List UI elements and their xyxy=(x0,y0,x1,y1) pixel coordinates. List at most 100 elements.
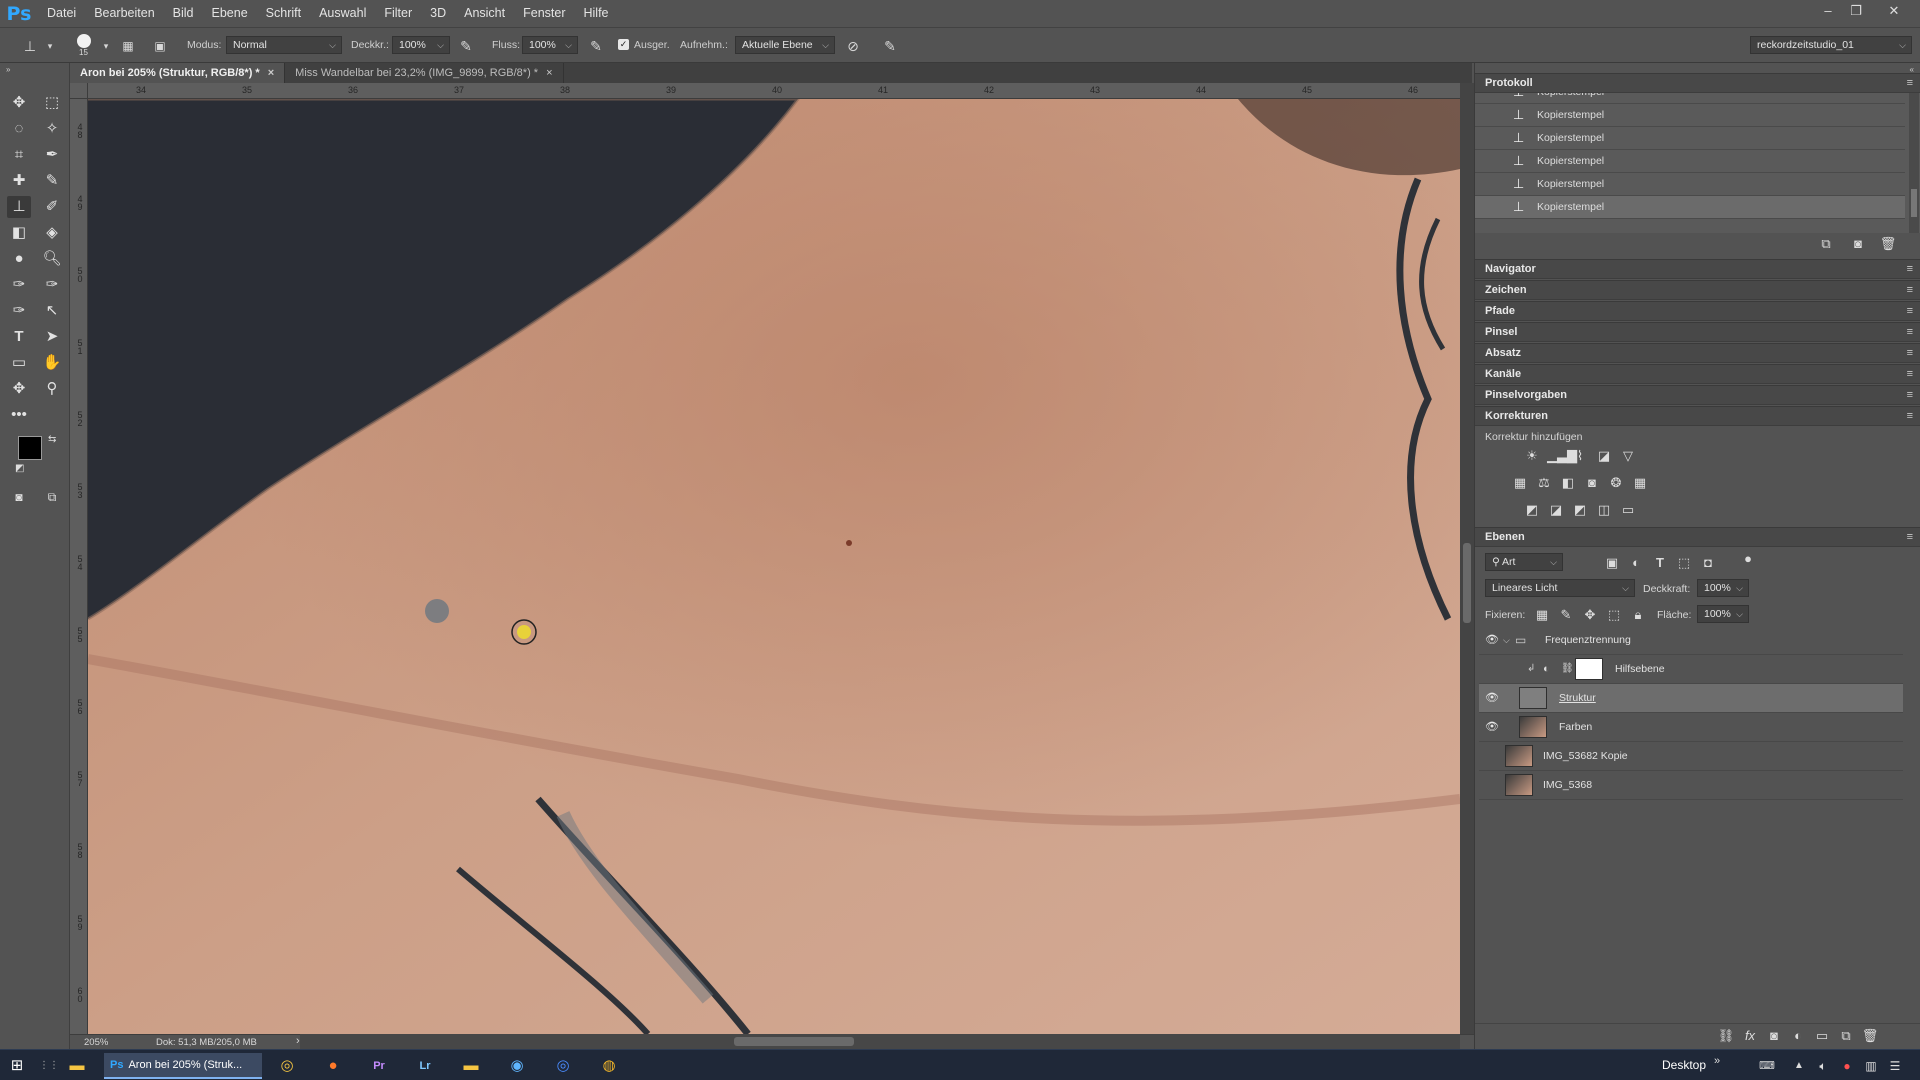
panel-menu-icon[interactable]: ≡ xyxy=(1907,407,1913,426)
layer-struktur[interactable]: 👁︎ Struktur xyxy=(1479,684,1903,713)
color-balance-icon[interactable]: ⚖ xyxy=(1535,475,1553,491)
premiere-icon[interactable]: Pr xyxy=(364,1054,394,1078)
add-mask-icon[interactable]: ◙ xyxy=(1765,1028,1783,1044)
hand-tool-icon[interactable]: ✋ xyxy=(40,352,64,374)
freeform-pen-tool-icon[interactable]: ✑ xyxy=(40,274,64,296)
clone-stamp-tool-icon[interactable]: ⊥ xyxy=(20,36,40,56)
new-group-icon[interactable]: ▭ xyxy=(1813,1028,1831,1044)
airbrush-icon[interactable]: ✎ xyxy=(586,36,606,56)
menu-auswahl[interactable]: Auswahl xyxy=(310,0,375,27)
filter-type-icon[interactable]: T xyxy=(1651,555,1669,571)
pressure-opacity-icon[interactable]: ✎ xyxy=(456,36,476,56)
chevron-down-icon[interactable]: ⌵ xyxy=(1503,626,1510,654)
zoom-value[interactable]: 205% xyxy=(84,1037,108,1048)
quick-mask-icon[interactable]: ◙ xyxy=(7,486,31,508)
vertical-ruler[interactable]: 4 8 4 9 5 0 5 1 5 2 5 3 5 4 5 5 5 6 5 7 … xyxy=(70,99,88,1034)
eraser-tool-icon[interactable]: ◧ xyxy=(7,222,31,244)
lasso-tool-icon[interactable]: ◌ xyxy=(7,118,31,140)
paragraph-panel-header[interactable]: Absatz ≡ xyxy=(1475,343,1920,363)
menu-fenster[interactable]: Fenster xyxy=(514,0,574,27)
scroll-thumb[interactable] xyxy=(1911,189,1917,217)
toolbar-overflow-icon[interactable]: » xyxy=(1714,1055,1720,1067)
new-adjustment-icon[interactable]: ◐ xyxy=(1789,1028,1807,1044)
eyedropper-tool-icon[interactable]: ✒ xyxy=(40,144,64,166)
selective-color-icon[interactable]: ◫ xyxy=(1595,502,1613,518)
sample-select[interactable]: Aktuelle Ebene ⌵ xyxy=(735,36,835,54)
layer-filter-select[interactable]: ⚲ Art ⌵ xyxy=(1485,553,1563,571)
vibrance-icon[interactable]: ▽ xyxy=(1619,448,1637,464)
lightroom-icon[interactable]: Lr xyxy=(410,1054,440,1078)
panel-menu-icon[interactable]: ≡ xyxy=(1907,323,1913,342)
marquee-tool-icon[interactable]: ⬚ xyxy=(40,92,64,114)
quick-select-tool-icon[interactable]: ✧ xyxy=(40,118,64,140)
paths-panel-header[interactable]: Pfade ≡ xyxy=(1475,301,1920,321)
menu-datei[interactable]: Datei xyxy=(38,0,85,27)
brush-panel-icon[interactable]: ▦ xyxy=(118,36,138,56)
scroll-thumb[interactable] xyxy=(1463,543,1471,623)
clone-source-icon[interactable]: ▣ xyxy=(150,36,170,56)
layer-thumbnail[interactable] xyxy=(1505,745,1533,767)
filter-smart-object-icon[interactable]: ◘ xyxy=(1699,555,1717,571)
history-scrollbar[interactable] xyxy=(1909,93,1919,233)
list-item[interactable]: ⊥ Kopierstempel xyxy=(1475,127,1905,150)
panel-menu-icon[interactable]: ≡ xyxy=(1907,281,1913,300)
navigator-panel-header[interactable]: Navigator ≡ xyxy=(1475,259,1920,279)
messenger-icon[interactable]: ◉ xyxy=(502,1054,532,1078)
filter-toggle-icon[interactable]: ● xyxy=(1739,551,1757,567)
bridge-icon[interactable]: ◎ xyxy=(272,1054,302,1078)
task-view-icon[interactable]: ⋮⋮ xyxy=(34,1054,64,1078)
tab-aron[interactable]: Aron bei 205% (Struktur, RGB/8*) * × xyxy=(70,63,286,83)
menu-bild[interactable]: Bild xyxy=(164,0,203,27)
menu-3d[interactable]: 3D xyxy=(421,0,455,27)
layer-thumbnail[interactable] xyxy=(1519,687,1547,709)
move-tool-icon[interactable]: ✥ xyxy=(7,92,31,114)
close-button[interactable]: ✕ xyxy=(1880,0,1908,22)
brush-preview-icon[interactable] xyxy=(77,34,91,48)
panel-menu-icon[interactable]: ≡ xyxy=(1907,260,1913,279)
camera-icon[interactable]: ◙ xyxy=(1849,236,1867,252)
panel-menu-icon[interactable]: ≡ xyxy=(1907,74,1913,93)
type-tool-icon[interactable]: T xyxy=(7,326,31,348)
lock-transparency-icon[interactable]: ▦ xyxy=(1533,607,1551,623)
tab-miss-wandelbar[interactable]: Miss Wandelbar bei 23,2% (IMG_9899, RGB/… xyxy=(285,63,564,83)
lock-artboard-icon[interactable]: ⬚ xyxy=(1605,607,1623,623)
mode-select[interactable]: Normal ⌵ xyxy=(226,36,342,54)
clone-stamp-tool-icon[interactable]: ⊥ xyxy=(7,196,31,218)
link-layers-icon[interactable]: ⛓ xyxy=(1717,1028,1735,1044)
direct-select-tool-icon[interactable]: ↖ xyxy=(40,300,64,322)
list-item[interactable]: ⊥ Kopierstempel xyxy=(1475,173,1905,196)
layer-img-53682-kopie[interactable]: IMG_53682 Kopie xyxy=(1479,742,1903,771)
file-explorer-icon[interactable]: ▬ xyxy=(62,1054,92,1078)
channel-mixer-icon[interactable]: ❂ xyxy=(1607,475,1625,491)
filter-adjustment-icon[interactable]: ◐ xyxy=(1627,555,1645,571)
eye-icon[interactable]: 👁︎ xyxy=(1485,626,1499,654)
taskbar-photoshop-window[interactable]: Ps Aron bei 205% (Struk... xyxy=(104,1053,262,1079)
brush-presets-panel-header[interactable]: Pinselvorgaben ≡ xyxy=(1475,385,1920,405)
trash-icon[interactable]: 🗑︎ xyxy=(1861,1028,1879,1044)
panel-menu-icon[interactable]: ≡ xyxy=(1907,302,1913,321)
zoom-tool-icon[interactable]: ⚲ xyxy=(40,378,64,400)
threshold-icon[interactable]: ◩ xyxy=(1571,502,1589,518)
layer-farben[interactable]: 👁︎ Farben xyxy=(1479,713,1903,742)
screen-mode-icon[interactable]: ⧉ xyxy=(40,486,64,508)
scroll-thumb[interactable] xyxy=(734,1037,854,1046)
collapse-icon[interactable]: » xyxy=(6,65,10,74)
list-item[interactable]: ⊥ Kopierstempel xyxy=(1475,196,1905,219)
layer-mask-thumbnail[interactable] xyxy=(1575,658,1603,680)
exposure-icon[interactable]: ◪ xyxy=(1595,448,1613,464)
layer-img-5368[interactable]: IMG_5368 xyxy=(1479,771,1903,800)
levels-icon[interactable]: ▁▃▇ xyxy=(1547,448,1577,464)
history-panel-header[interactable]: Protokoll ≡ xyxy=(1475,73,1920,93)
hue-saturation-icon[interactable]: ▦ xyxy=(1511,475,1529,491)
adjustments-panel-header[interactable]: Korrekturen ≡ xyxy=(1475,406,1920,426)
close-icon[interactable]: × xyxy=(546,67,552,79)
flow-input[interactable]: 100% ⌵ xyxy=(522,36,578,54)
brush-panel-header[interactable]: Pinsel ≡ xyxy=(1475,322,1920,342)
horizontal-scrollbar[interactable] xyxy=(300,1034,1460,1049)
rectangle-tool-icon[interactable]: ▭ xyxy=(7,352,31,374)
layer-group-frequenztrennung[interactable]: 👁︎ ⌵ ▭ Frequenztrennung xyxy=(1479,626,1903,655)
panel-menu-icon[interactable]: ≡ xyxy=(1907,365,1913,384)
layer-opacity-input[interactable]: 100% ⌵ xyxy=(1697,579,1749,597)
safari-icon[interactable]: ◎ xyxy=(548,1054,578,1078)
black-white-icon[interactable]: ◧ xyxy=(1559,475,1577,491)
